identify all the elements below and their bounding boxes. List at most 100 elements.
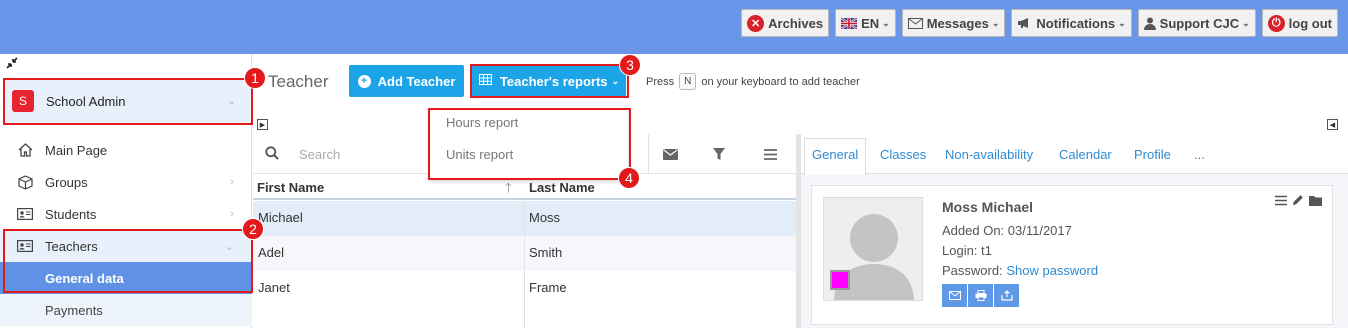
- messages-label: Messages: [926, 15, 989, 31]
- sidebar-item-payments[interactable]: Payments: [0, 294, 252, 326]
- sidebar-item-label: Groups: [45, 174, 88, 190]
- sidebar-item-label: Students: [45, 206, 97, 222]
- power-icon: ⏻: [1267, 14, 1285, 32]
- user-icon: [1143, 17, 1156, 30]
- annotation-badge-1: 1: [244, 67, 266, 89]
- tab-general[interactable]: General: [812, 147, 858, 162]
- cell-first-name: Michael: [258, 210, 303, 225]
- notifications-button[interactable]: Notifications ⌄: [1011, 9, 1132, 37]
- divider: [648, 134, 649, 174]
- avatar: S: [12, 90, 34, 112]
- envelope-icon: [907, 17, 923, 29]
- annotation-badge-4: 4: [618, 167, 640, 189]
- column-header-first-name[interactable]: First Name: [257, 180, 324, 195]
- share-button[interactable]: [994, 284, 1019, 307]
- sidebar-item-main-page[interactable]: Main Page: [0, 134, 252, 166]
- menu-icon[interactable]: [750, 142, 790, 166]
- expand-right-panel-icon[interactable]: ◀: [1327, 119, 1338, 130]
- add-teacher-button[interactable]: + Add Teacher: [349, 65, 464, 97]
- show-password-link[interactable]: Show password: [1006, 263, 1098, 278]
- menu-item-units-report[interactable]: Units report: [446, 147, 513, 162]
- sidebar-item-label: General data: [45, 270, 124, 286]
- chevron-down-icon: ⌄: [611, 75, 620, 86]
- table-header: First Name 🡑 Last Name: [253, 176, 796, 200]
- sidebar-item-label: Teachers: [45, 238, 98, 254]
- search-icon: [265, 146, 279, 163]
- archives-label: Archives: [768, 15, 824, 31]
- tab-non-availability[interactable]: Non-availability: [945, 147, 1033, 162]
- school-admin-switcher[interactable]: S School Admin ⌄: [4, 79, 252, 123]
- collapse-icon[interactable]: [6, 57, 18, 72]
- sidebar-item-label: Main Page: [45, 142, 108, 158]
- annotation-badge-2: 2: [242, 218, 264, 240]
- tab-calendar[interactable]: Calendar: [1059, 147, 1112, 162]
- teachers-reports-button[interactable]: Teacher's reports ⌄: [472, 65, 626, 97]
- folder-icon[interactable]: [1309, 194, 1322, 209]
- sidebar-item-teachers[interactable]: Teachers ⌄: [0, 230, 252, 262]
- logout-label: log out: [1288, 15, 1332, 31]
- sort-ascending-icon[interactable]: 🡑: [505, 179, 512, 201]
- menu-item-hours-report[interactable]: Hours report: [446, 115, 518, 130]
- support-button[interactable]: Support CJC ⌄: [1137, 9, 1256, 37]
- sidebar-item-groups[interactable]: Groups ›: [0, 166, 252, 198]
- add-teacher-label: Add Teacher: [377, 73, 456, 89]
- top-bar-buttons: ✕ Archives EN ⌄ Messages ⌄ Notifications…: [741, 9, 1338, 37]
- top-bar: ✕ Archives EN ⌄ Messages ⌄ Notifications…: [0, 0, 1348, 54]
- list-icon[interactable]: [1275, 194, 1287, 209]
- notifications-label: Notifications: [1036, 15, 1116, 31]
- teachers-reports-dropdown: Hours report Units report: [430, 107, 628, 179]
- hint-key: N: [679, 73, 697, 90]
- teacher-card: Moss Michael Added On: 03/11/2017 Login:…: [811, 185, 1333, 325]
- chevron-down-icon: ⌄: [1118, 17, 1126, 28]
- table-icon: [478, 74, 492, 88]
- close-circle-icon: ✕: [747, 14, 765, 32]
- color-swatch: [830, 270, 850, 290]
- teacher-detail-panel: General Classes Non-availability Calenda…: [801, 134, 1348, 328]
- language-label: EN: [861, 15, 880, 31]
- messages-button[interactable]: Messages ⌄: [901, 9, 1006, 37]
- language-button[interactable]: EN ⌄: [835, 9, 896, 37]
- email-button[interactable]: [942, 284, 967, 307]
- chevron-down-icon: ⌄: [882, 17, 890, 28]
- logout-button[interactable]: ⏻ log out: [1261, 9, 1338, 37]
- archives-button[interactable]: ✕ Archives: [741, 9, 830, 37]
- id-card-icon: [16, 208, 34, 220]
- tab-more[interactable]: ...: [1194, 147, 1205, 162]
- cube-icon: [16, 174, 34, 190]
- uk-flag-icon: [841, 17, 858, 29]
- hint-prefix: Press: [646, 75, 675, 88]
- chevron-down-icon: ⌄: [991, 17, 1000, 28]
- sidebar: S School Admin ⌄ Main Page Groups › Stud…: [0, 54, 252, 328]
- tab-classes[interactable]: Classes: [880, 147, 926, 162]
- envelope-icon[interactable]: [650, 142, 690, 166]
- card-actions: [1275, 194, 1322, 209]
- tab-profile[interactable]: Profile: [1134, 147, 1171, 162]
- expand-left-panel-icon[interactable]: ▶: [257, 119, 268, 130]
- chevron-down-icon: ⌄: [224, 240, 234, 253]
- chevron-right-icon: ›: [230, 176, 234, 188]
- plus-circle-icon: +: [357, 74, 371, 88]
- pencil-icon[interactable]: [1292, 194, 1304, 209]
- column-divider: [524, 200, 525, 328]
- filter-icon[interactable]: [699, 142, 739, 166]
- password-label: Password:: [942, 263, 1003, 278]
- chevron-down-icon: ⌄: [227, 95, 236, 107]
- sidebar-item-students[interactable]: Students ›: [0, 198, 252, 230]
- sidebar-item-general-data[interactable]: General data: [0, 262, 252, 294]
- added-on: Added On: 03/11/2017: [942, 223, 1072, 238]
- login: Login: t1: [942, 243, 992, 258]
- hint-suffix: on your keyboard to add teacher: [701, 75, 860, 88]
- support-label: Support CJC: [1159, 15, 1240, 31]
- home-icon: [16, 143, 34, 157]
- chevron-down-icon: ⌄: [1242, 17, 1250, 28]
- school-admin-label: School Admin: [46, 93, 126, 109]
- cell-first-name: Adel: [258, 245, 285, 260]
- password-row: Password: Show password: [942, 263, 1098, 278]
- print-button[interactable]: [968, 284, 993, 307]
- id-card-icon: [16, 240, 34, 252]
- chevron-right-icon: ›: [230, 208, 234, 220]
- teacher-name: Moss Michael: [942, 199, 1034, 215]
- sidebar-item-label: Payments: [45, 302, 103, 318]
- column-header-last-name[interactable]: Last Name: [529, 180, 595, 195]
- megaphone-icon: [1017, 17, 1032, 29]
